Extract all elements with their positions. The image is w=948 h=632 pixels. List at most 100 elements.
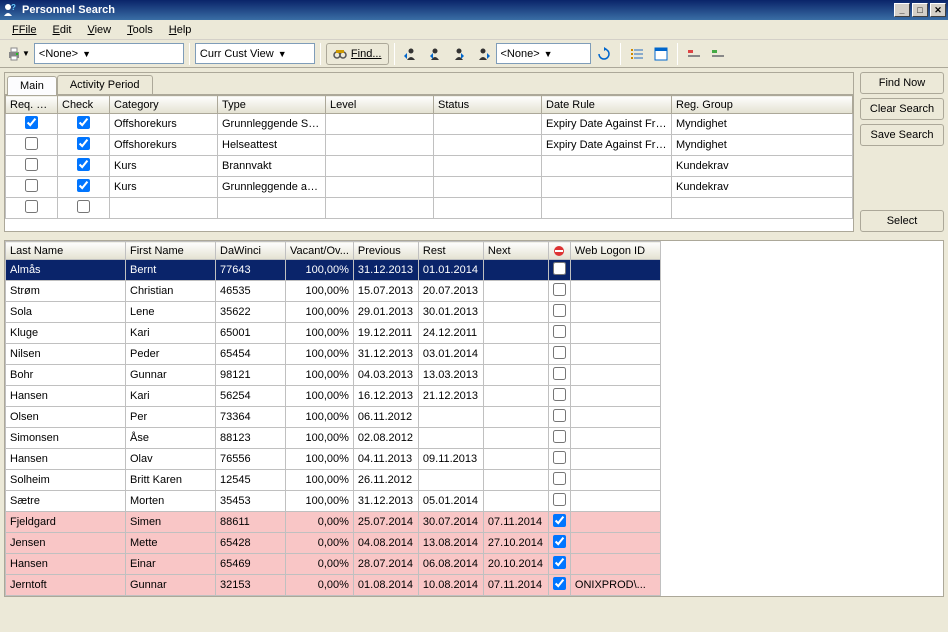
flag-checkbox[interactable] [553,283,566,296]
maximize-button[interactable]: □ [912,3,928,17]
cell-category[interactable]: Kurs [110,177,218,198]
col-previous[interactable]: Previous [353,242,418,260]
person-nav-next-icon[interactable] [448,43,470,65]
results-row[interactable]: JensenMette654280,00%04.08.201413.08.201… [6,533,661,554]
check-checkbox[interactable] [77,158,90,171]
person-nav-last-icon[interactable] [472,43,494,65]
col-status[interactable]: Status [434,96,542,114]
cell-status[interactable] [434,114,542,135]
save-search-button[interactable]: Save Search [860,124,944,146]
criteria-row[interactable]: KursGrunnleggende arb...Kundekrav [6,177,853,198]
criteria-row[interactable]: OffshorekursHelseattestExpiry Date Again… [6,135,853,156]
flag-checkbox[interactable] [553,493,566,506]
results-row[interactable]: HansenEinar654690,00%28.07.201406.08.201… [6,554,661,575]
person-nav-first-icon[interactable] [400,43,422,65]
print-icon[interactable]: ▼ [4,43,32,65]
results-row[interactable]: HansenKari56254100,00%16.12.201321.12.20… [6,386,661,407]
flag-checkbox[interactable] [553,304,566,317]
results-row[interactable]: AlmåsBernt77643100,00%31.12.201301.01.20… [6,260,661,281]
cell-status[interactable] [434,135,542,156]
clear-search-button[interactable]: Clear Search [860,98,944,120]
col-next[interactable]: Next [483,242,548,260]
col-first-name[interactable]: First Name [126,242,216,260]
results-row[interactable]: OlsenPer73364100,00%06.11.2012 [6,407,661,428]
results-row[interactable]: SætreMorten35453100,00%31.12.201305.01.2… [6,491,661,512]
cell-category[interactable] [110,198,218,219]
tab-main[interactable]: Main [7,76,57,95]
flag-checkbox[interactable] [553,430,566,443]
flag-checkbox[interactable] [553,514,566,527]
flag-checkbox[interactable] [553,388,566,401]
tab-activity-period[interactable]: Activity Period [57,75,153,94]
col-date-rule[interactable]: Date Rule [542,96,672,114]
req-met-checkbox[interactable] [25,137,38,150]
cell-level[interactable] [326,156,434,177]
cell-reg-group[interactable]: Kundekrav [672,177,853,198]
col-last-name[interactable]: Last Name [6,242,126,260]
results-row[interactable]: BohrGunnar98121100,00%04.03.201313.03.20… [6,365,661,386]
menu-view[interactable]: View [79,22,119,38]
cell-type[interactable]: Brannvakt [218,156,326,177]
req-met-checkbox[interactable] [25,179,38,192]
col-web-logon[interactable]: Web Logon ID [570,242,660,260]
list-view-icon[interactable] [626,43,648,65]
check-checkbox[interactable] [77,200,90,213]
flag-checkbox[interactable] [553,472,566,485]
flag-checkbox[interactable] [553,577,566,590]
flag-checkbox[interactable] [553,325,566,338]
col-dawinci[interactable]: DaWinci [216,242,286,260]
cell-level[interactable] [326,198,434,219]
flag-checkbox[interactable] [553,535,566,548]
criteria-row[interactable]: KursBrannvaktKundekrav [6,156,853,177]
col-check[interactable]: Check [58,96,110,114]
cell-reg-group[interactable]: Myndighet [672,114,853,135]
req-met-checkbox[interactable] [25,200,38,213]
menu-edit[interactable]: Edit [44,22,79,38]
cell-date-rule[interactable] [542,177,672,198]
menu-file[interactable]: Fdocument.currentScript.previousElementS… [4,22,44,38]
menu-tools[interactable]: Tools [119,22,161,38]
find-now-button[interactable]: Find Now [860,72,944,94]
cell-level[interactable] [326,177,434,198]
results-row[interactable]: SolheimBritt Karen12545100,00%26.11.2012 [6,470,661,491]
cell-reg-group[interactable]: Myndighet [672,135,853,156]
detail-view-icon[interactable] [650,43,672,65]
combo-filter-1[interactable]: <None> ▼ [34,43,184,64]
results-row[interactable]: SimonsenÅse88123100,00%02.08.2012 [6,428,661,449]
results-row[interactable]: NilsenPeder65454100,00%31.12.201303.01.2… [6,344,661,365]
toggle-green-icon[interactable] [707,43,729,65]
cell-date-rule[interactable]: Expiry Date Against From... [542,135,672,156]
cell-date-rule[interactable]: Expiry Date Against From... [542,114,672,135]
check-checkbox[interactable] [77,137,90,150]
cell-category[interactable]: Offshorekurs [110,114,218,135]
results-row[interactable]: FjeldgardSimen886110,00%25.07.201430.07.… [6,512,661,533]
check-checkbox[interactable] [77,116,90,129]
col-category[interactable]: Category [110,96,218,114]
minimize-button[interactable]: _ [894,3,910,17]
flag-checkbox[interactable] [553,451,566,464]
cell-date-rule[interactable] [542,156,672,177]
cell-type[interactable] [218,198,326,219]
select-button[interactable]: Select [860,210,944,232]
cell-reg-group[interactable] [672,198,853,219]
req-met-checkbox[interactable] [25,116,38,129]
col-rest[interactable]: Rest [418,242,483,260]
results-row[interactable]: KlugeKari65001100,00%19.12.201124.12.201… [6,323,661,344]
person-nav-prev-icon[interactable] [424,43,446,65]
cell-level[interactable] [326,135,434,156]
cell-level[interactable] [326,114,434,135]
cell-category[interactable]: Offshorekurs [110,135,218,156]
combo-filter-2[interactable]: <None> ▼ [496,43,591,64]
find-button[interactable]: Find... [326,43,389,65]
col-type[interactable]: Type [218,96,326,114]
toggle-red-icon[interactable] [683,43,705,65]
cell-status[interactable] [434,177,542,198]
combo-view[interactable]: Curr Cust View ▼ [195,43,315,64]
close-button[interactable]: ✕ [930,3,946,17]
cell-type[interactable]: Grunnleggende Sik... [218,114,326,135]
cell-date-rule[interactable] [542,198,672,219]
flag-checkbox[interactable] [553,556,566,569]
cell-status[interactable] [434,156,542,177]
check-checkbox[interactable] [77,179,90,192]
req-met-checkbox[interactable] [25,158,38,171]
